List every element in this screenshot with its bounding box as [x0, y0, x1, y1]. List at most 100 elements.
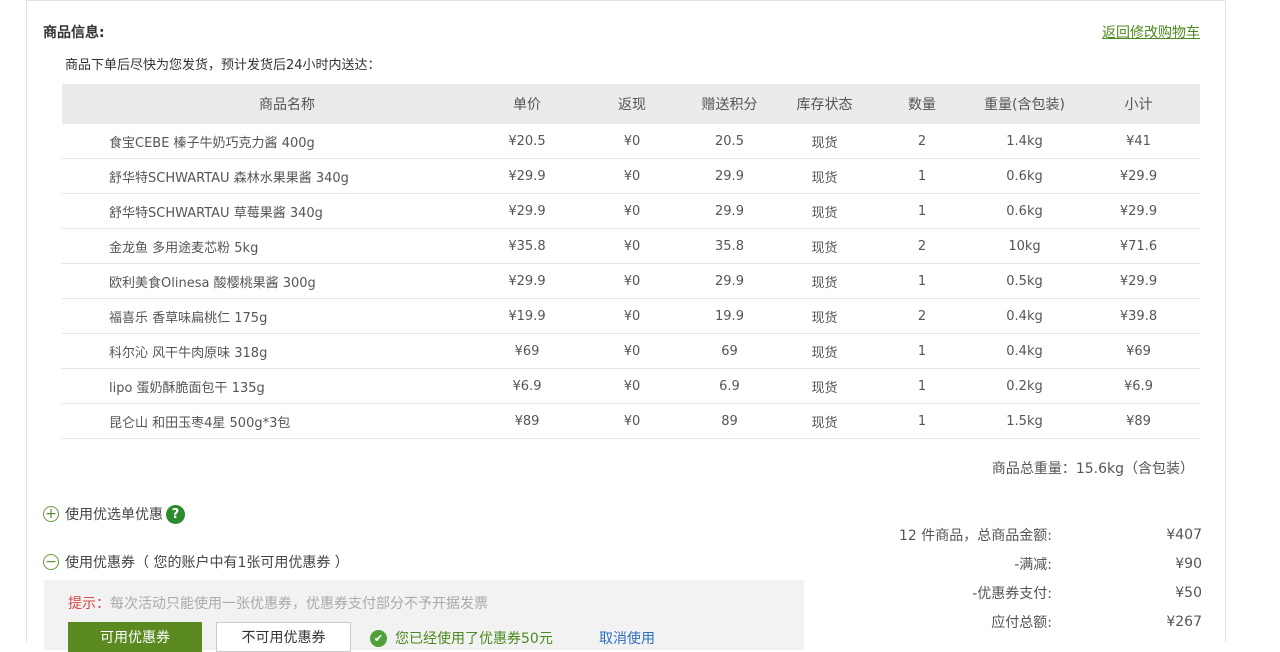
- product-name[interactable]: 科尔沁 风干牛肉原味 318g: [62, 342, 472, 361]
- quantity: 2: [917, 308, 927, 324]
- subtotal: ¥29.9: [1119, 168, 1158, 184]
- points: 69: [721, 343, 738, 359]
- summary-row: -满减: ¥90: [860, 549, 1202, 578]
- product-name[interactable]: 昆仑山 和田玉枣4星 500g*3包: [62, 412, 472, 431]
- summary-value: ¥407: [1166, 526, 1202, 543]
- selected-discount-label[interactable]: 使用优选单优惠: [65, 504, 163, 524]
- selected-discount-toggle[interactable]: + 使用优选单优惠 ?: [43, 504, 185, 524]
- table-row: 舒华特SCHWARTAU 草莓果酱 340g ¥29.9 ¥0 29.9 现货 …: [62, 194, 1200, 229]
- tip-text: 每次活动只能使用一张优惠券，优惠券支付部分不予开据发票: [110, 596, 488, 612]
- quantity: 1: [917, 273, 927, 289]
- table-row: lipo 蛋奶酥脆面包干 135g ¥6.9 ¥0 6.9 现货 1 0.2kg…: [62, 369, 1200, 404]
- product-name[interactable]: 金龙鱼 多用途麦芯粉 5kg: [62, 237, 472, 256]
- weight: 0.6kg: [1006, 203, 1043, 219]
- tab-available-coupons[interactable]: 可用优惠券: [68, 622, 202, 652]
- help-icon[interactable]: ?: [166, 504, 185, 524]
- product-name[interactable]: 福喜乐 香草味扁桃仁 175g: [62, 307, 472, 326]
- subtotal: ¥29.9: [1119, 203, 1158, 219]
- points: 19.9: [715, 308, 744, 324]
- quantity: 1: [917, 203, 927, 219]
- unit-price: ¥6.9: [512, 378, 542, 394]
- section-title: 商品信息:: [43, 25, 105, 41]
- cashback: ¥0: [623, 273, 641, 289]
- plus-circle-icon[interactable]: +: [43, 506, 59, 522]
- cashback: ¥0: [623, 343, 641, 359]
- table-row: 昆仑山 和田玉枣4星 500g*3包 ¥89 ¥0 89 现货 1 1.5kg …: [62, 404, 1200, 439]
- table-row: 金龙鱼 多用途麦芯粉 5kg ¥35.8 ¥0 35.8 现货 2 10kg ¥…: [62, 229, 1200, 264]
- table-row: 欧利美食Olinesa 酸樱桃果酱 300g ¥29.9 ¥0 29.9 现货 …: [62, 264, 1200, 299]
- coupon-toggle[interactable]: − 使用优惠券（ 您的账户中有1张可用优惠券 ）: [43, 552, 349, 572]
- table-row: 福喜乐 香草味扁桃仁 175g ¥19.9 ¥0 19.9 现货 2 0.4kg…: [62, 299, 1200, 334]
- quantity: 2: [917, 133, 927, 149]
- unit-price: ¥29.9: [508, 273, 546, 289]
- subtotal: ¥69: [1126, 343, 1151, 359]
- stock-status: 现货: [811, 170, 838, 186]
- cashback: ¥0: [623, 238, 641, 254]
- shipping-note: 商品下单后尽快为您发货，预计发货后24小时内送达：: [65, 58, 381, 73]
- summary-value: ¥267: [1166, 613, 1202, 630]
- quantity: 1: [917, 413, 927, 429]
- minus-circle-icon[interactable]: −: [43, 554, 59, 570]
- points: 20.5: [715, 133, 744, 149]
- stock-status: 现货: [811, 380, 838, 396]
- unit-price: ¥69: [514, 343, 540, 359]
- points: 35.8: [715, 238, 744, 254]
- weight: 1.5kg: [1006, 413, 1043, 429]
- stock-status: 现货: [811, 310, 838, 326]
- product-name[interactable]: 欧利美食Olinesa 酸樱桃果酱 300g: [62, 272, 472, 291]
- stock-status: 现货: [811, 205, 838, 221]
- header-price: 单价: [513, 97, 541, 113]
- header-cashback: 返现: [618, 97, 646, 113]
- points: 89: [721, 413, 738, 429]
- cashback: ¥0: [623, 413, 641, 429]
- cashback: ¥0: [623, 378, 641, 394]
- cashback: ¥0: [623, 133, 641, 149]
- summary-label: -满减:: [1014, 556, 1052, 573]
- coupon-used-status: ✔ 您已经使用了优惠券50元: [370, 628, 553, 648]
- table-row: 舒华特SCHWARTAU 森林水果果酱 340g ¥29.9 ¥0 29.9 现…: [62, 159, 1200, 194]
- total-weight: 商品总重量：15.6kg（含包装）: [991, 461, 1194, 477]
- table-header: 商品名称 单价 返现 赠送积分 库存状态 数量 重量(含包装) 小计: [62, 84, 1200, 124]
- weight: 0.4kg: [1006, 343, 1043, 359]
- summary-label: 12 件商品，总商品金额:: [899, 527, 1052, 544]
- coupon-label[interactable]: 使用优惠券（ 您的账户中有1张可用优惠券 ）: [65, 552, 349, 572]
- tab-unavailable-coupons[interactable]: 不可用优惠券: [216, 622, 351, 652]
- product-name[interactable]: 食宝CEBE 榛子牛奶巧克力酱 400g: [62, 132, 472, 151]
- unit-price: ¥29.9: [508, 168, 546, 184]
- weight: 0.4kg: [1006, 308, 1043, 324]
- product-name[interactable]: lipo 蛋奶酥脆面包干 135g: [62, 377, 472, 396]
- product-name[interactable]: 舒华特SCHWARTAU 森林水果果酱 340g: [62, 167, 472, 186]
- stock-status: 现货: [811, 345, 838, 361]
- cashback: ¥0: [623, 308, 641, 324]
- quantity: 1: [917, 168, 927, 184]
- summary-label: 应付总额:: [991, 614, 1052, 631]
- cashback: ¥0: [623, 203, 641, 219]
- product-name[interactable]: 舒华特SCHWARTAU 草莓果酱 340g: [62, 202, 472, 221]
- header-points: 赠送积分: [701, 97, 758, 113]
- back-to-cart-link[interactable]: 返回修改购物车: [1102, 22, 1200, 42]
- table-row: 食宝CEBE 榛子牛奶巧克力酱 400g ¥20.5 ¥0 20.5 现货 2 …: [62, 124, 1200, 159]
- points: 29.9: [715, 203, 744, 219]
- unit-price: ¥19.9: [508, 308, 546, 324]
- header-quantity: 数量: [908, 97, 936, 113]
- subtotal: ¥6.9: [1124, 378, 1153, 394]
- quantity: 1: [917, 378, 927, 394]
- stock-status: 现货: [811, 135, 838, 151]
- weight: 0.2kg: [1006, 378, 1043, 394]
- weight: 10kg: [1008, 238, 1041, 254]
- subtotal: ¥29.9: [1119, 273, 1158, 289]
- points: 29.9: [715, 168, 744, 184]
- stock-status: 现货: [811, 275, 838, 291]
- subtotal: ¥41: [1126, 133, 1151, 149]
- order-summary: 12 件商品，总商品金额: ¥407 -满减: ¥90 -优惠券支付: ¥50 …: [860, 520, 1202, 636]
- weight: 1.4kg: [1006, 133, 1043, 149]
- cancel-coupon-link[interactable]: 取消使用: [599, 628, 655, 648]
- summary-row: -优惠券支付: ¥50: [860, 578, 1202, 607]
- header-subtotal: 小计: [1124, 97, 1153, 113]
- unit-price: ¥29.9: [508, 203, 546, 219]
- header-stock: 库存状态: [796, 97, 853, 113]
- quantity: 1: [917, 343, 927, 359]
- stock-status: 现货: [811, 415, 838, 431]
- cashback: ¥0: [623, 168, 641, 184]
- subtotal: ¥39.8: [1119, 308, 1158, 324]
